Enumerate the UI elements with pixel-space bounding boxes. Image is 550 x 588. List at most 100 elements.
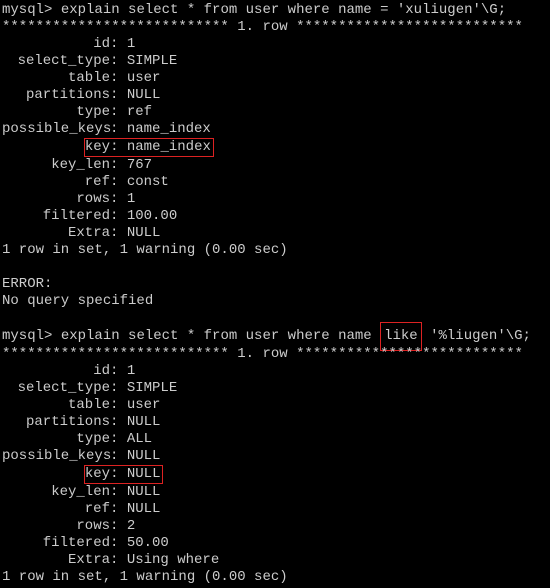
- result-value: Using where: [127, 552, 219, 569]
- colon: :: [110, 552, 127, 569]
- summary-line: 1 row in set, 1 warning (0.00 sec): [2, 242, 548, 259]
- sql-command: explain select * from user where name: [61, 328, 380, 344]
- result-label: possible_keys: [2, 448, 110, 465]
- colon: :: [110, 174, 127, 191]
- result-row: filtered: 50.00: [2, 535, 548, 552]
- colon: :: [110, 363, 127, 380]
- result-label: key: [85, 139, 110, 156]
- result-row: Extra: NULL: [2, 225, 548, 242]
- mysql-prompt: mysql>: [2, 2, 52, 18]
- result-label: type: [2, 104, 110, 121]
- result-row: table: user: [2, 397, 548, 414]
- result-label: key_len: [2, 157, 110, 174]
- colon: :: [110, 36, 127, 53]
- colon: :: [110, 121, 127, 138]
- colon: :: [110, 518, 127, 535]
- highlight-key-row: key: name_index: [84, 138, 214, 157]
- result-row: ref: NULL: [2, 501, 548, 518]
- result-value: NULL: [127, 414, 161, 431]
- result-value: NULL: [127, 501, 161, 518]
- result-value: 1: [127, 363, 135, 380]
- result-row: possible_keys: name_index: [2, 121, 548, 138]
- result-value: SIMPLE: [127, 53, 177, 70]
- result-value: NULL: [127, 87, 161, 104]
- result-value: NULL: [127, 466, 161, 483]
- result-value: ALL: [127, 431, 152, 448]
- result-label: ref: [2, 501, 110, 518]
- colon: :: [110, 535, 127, 552]
- result-label: partitions: [2, 414, 110, 431]
- result-label: Extra: [2, 552, 110, 569]
- result-label: rows: [2, 518, 110, 535]
- blank-line: [2, 310, 548, 327]
- result-row: rows: 2: [2, 518, 548, 535]
- colon: :: [110, 448, 127, 465]
- blank-line: [2, 259, 548, 276]
- colon: :: [110, 157, 127, 174]
- row-separator: *************************** 1. row *****…: [2, 346, 548, 363]
- colon: :: [110, 431, 127, 448]
- result-row: select_type: SIMPLE: [2, 53, 548, 70]
- colon: :: [110, 191, 127, 208]
- error-line: ERROR:: [2, 276, 548, 293]
- result-row: possible_keys: NULL: [2, 448, 548, 465]
- result-row: table: user: [2, 70, 548, 87]
- colon: :: [110, 104, 127, 121]
- result-value: NULL: [127, 225, 161, 242]
- colon: :: [110, 225, 127, 242]
- colon: :: [110, 501, 127, 518]
- result-row: rows: 1: [2, 191, 548, 208]
- result-row: partitions: NULL: [2, 87, 548, 104]
- result-value: name_index: [127, 139, 211, 156]
- colon: :: [110, 484, 127, 501]
- summary-line: 1 row in set, 1 warning (0.00 sec): [2, 569, 548, 586]
- result-row: partitions: NULL: [2, 414, 548, 431]
- result-value: NULL: [127, 484, 161, 501]
- mysql-prompt: mysql>: [2, 328, 52, 344]
- result-label: key_len: [2, 484, 110, 501]
- colon: :: [110, 466, 127, 483]
- result-value: 2: [127, 518, 135, 535]
- colon: :: [110, 70, 127, 87]
- result-value: user: [127, 70, 161, 87]
- result-label: table: [2, 70, 110, 87]
- colon: :: [110, 139, 127, 156]
- result-label: id: [2, 363, 110, 380]
- result-label: rows: [2, 191, 110, 208]
- result-label: table: [2, 397, 110, 414]
- result-row: type: ALL: [2, 431, 548, 448]
- colon: :: [110, 208, 127, 225]
- result-value: 1: [127, 191, 135, 208]
- result-value: 100.00: [127, 208, 177, 225]
- prompt-line[interactable]: mysql> explain select * from user where …: [2, 2, 548, 19]
- result-label: select_type: [2, 380, 110, 397]
- result-label: key: [85, 466, 110, 483]
- result-value: 1: [127, 36, 135, 53]
- terminal-output: mysql> explain select * from user where …: [2, 2, 548, 586]
- sql-command: explain select * from user where name = …: [61, 2, 506, 18]
- error-line: No query specified: [2, 293, 548, 310]
- result-row: key_len: 767: [2, 157, 548, 174]
- result-row: ref: const: [2, 174, 548, 191]
- result-label: id: [2, 36, 110, 53]
- result-row: key_len: NULL: [2, 484, 548, 501]
- result-value: 50.00: [127, 535, 169, 552]
- result-value: user: [127, 397, 161, 414]
- sql-command-tail: '%liugen'\G;: [422, 328, 531, 344]
- result-row: id: 1: [2, 36, 548, 53]
- prompt-line[interactable]: mysql> explain select * from user where …: [2, 327, 548, 346]
- result-value: ref: [127, 104, 152, 121]
- colon: :: [110, 53, 127, 70]
- result-label: filtered: [2, 535, 110, 552]
- result-label: select_type: [2, 53, 110, 70]
- result-value: const: [127, 174, 169, 191]
- result-value: 767: [127, 157, 152, 174]
- result-row: select_type: SIMPLE: [2, 380, 548, 397]
- result-row: Extra: Using where: [2, 552, 548, 569]
- result-value: name_index: [127, 121, 211, 138]
- result-label: filtered: [2, 208, 110, 225]
- result-label: ref: [2, 174, 110, 191]
- result-label: Extra: [2, 225, 110, 242]
- colon: :: [110, 380, 127, 397]
- colon: :: [110, 414, 127, 431]
